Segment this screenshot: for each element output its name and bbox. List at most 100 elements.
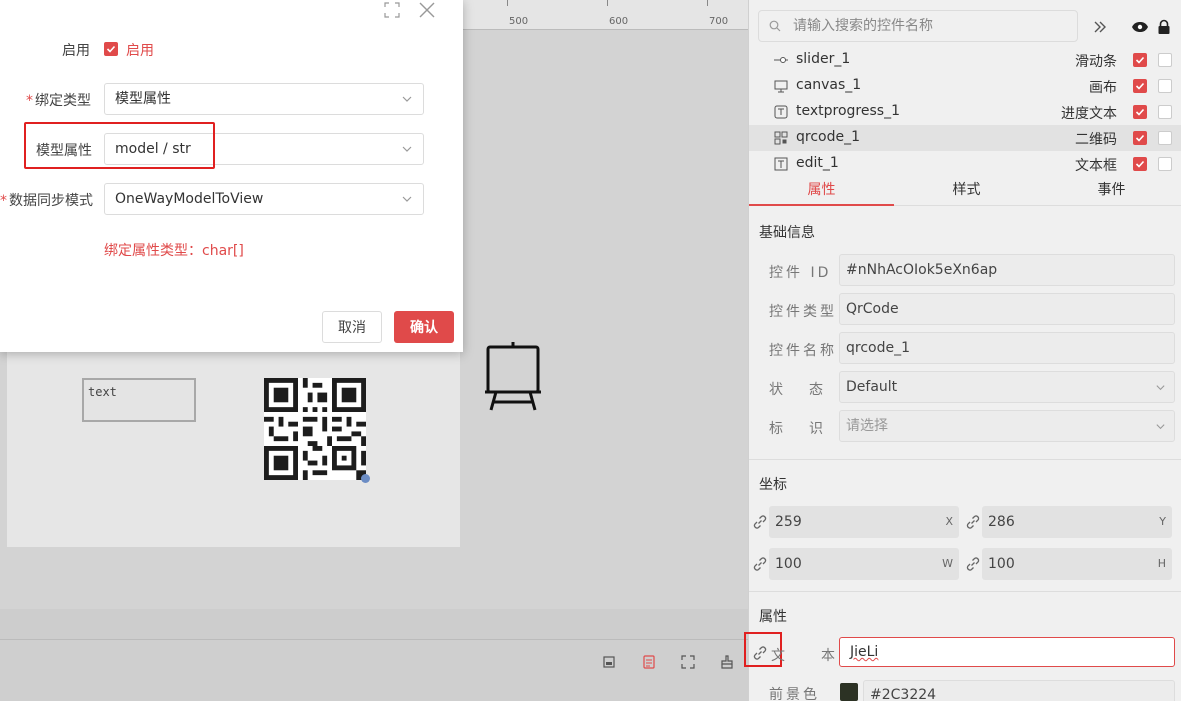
sync-mode-select[interactable]: OneWayModelToView [104,183,424,215]
type-field[interactable]: QrCode [839,293,1175,325]
qrcode-widget[interactable] [264,378,366,480]
color-swatch[interactable] [840,683,858,701]
binding-type-label: * 绑定类型 [26,90,91,110]
tab-styles[interactable]: 样式 [894,176,1039,206]
chevron-down-icon [402,196,412,202]
visible-checkbox[interactable] [1133,131,1147,145]
confirm-button[interactable]: 确认 [394,311,454,343]
state-value: Default [846,379,898,395]
widget-type: 二维码 [1075,132,1117,148]
double-chevron-right-icon[interactable] [1091,18,1109,36]
qrcode-image [264,378,366,480]
lock-icon[interactable] [1155,18,1173,36]
visible-checkbox[interactable] [1133,105,1147,119]
tab-properties[interactable]: 属性 [749,176,894,206]
cancel-button[interactable]: 取消 [322,311,382,343]
ruler-label-700: 700 [709,16,729,27]
chevron-down-icon [1156,424,1165,430]
link-icon[interactable] [965,556,981,572]
brush-icon[interactable] [718,653,736,671]
widget-row-textprogress[interactable]: textprogress_1 进度文本 [749,99,1181,125]
x-input[interactable]: 259 X [769,506,959,538]
text-value: JieLi [850,644,879,660]
w-input[interactable]: 100 W [769,548,959,580]
document-icon[interactable] [640,653,658,671]
maximize-icon[interactable] [382,0,402,20]
visible-checkbox[interactable] [1133,53,1147,67]
lock-checkbox[interactable] [1158,79,1172,93]
widget-type: 文本框 [1075,158,1117,174]
tag-label: 标识 [769,421,849,437]
y-input[interactable]: 286 Y [982,506,1172,538]
widget-type: 进度文本 [1061,106,1117,122]
horizontal-ruler: 500 600 700 [463,0,748,30]
h-value: 100 [988,556,1015,572]
eye-icon[interactable] [1131,18,1149,36]
w-value: 100 [775,556,802,572]
link-icon[interactable] [752,556,768,572]
props-title: 属性 [759,609,787,625]
save-image-icon[interactable] [600,653,618,671]
text-widget[interactable]: text [82,378,196,422]
w-axis-label: W [942,557,953,570]
id-field[interactable]: #nNhAcOIok5eXn6ap [839,254,1175,286]
enable-checkbox-label[interactable]: 启用 [126,40,154,60]
resize-handle[interactable] [361,474,370,483]
binding-type-value: 模型属性 [115,91,171,107]
binding-dialog: 启用 启用 * 绑定类型 模型属性 模型属性 model / str * 数据同步模… [0,0,463,352]
widget-row-edit[interactable]: edit_1 文本框 [749,151,1181,177]
enable-checkbox[interactable] [104,42,118,56]
tag-select[interactable]: 请选择 [839,410,1175,442]
ruler-tick [507,0,508,6]
binding-type-hint: 绑定属性类型：char[] [104,243,244,259]
slider-icon [774,53,788,67]
text-input[interactable]: JieLi [839,637,1175,667]
chevron-down-icon [1156,385,1165,391]
id-label: 控件 ID [769,265,832,281]
state-label: 状态 [769,382,849,398]
x-value: 259 [775,514,802,530]
lock-checkbox[interactable] [1158,131,1172,145]
h-input[interactable]: 100 H [982,548,1172,580]
widget-row-canvas[interactable]: canvas_1 画布 [749,73,1181,99]
y-axis-label: Y [1159,515,1166,528]
lock-checkbox[interactable] [1158,53,1172,67]
canvas-icon [774,79,788,93]
widget-row-slider[interactable]: slider_1 滑动条 [749,47,1181,73]
basic-info-title: 基础信息 [759,225,815,241]
link-icon[interactable] [752,514,768,530]
link-icon[interactable] [965,514,981,530]
qrcode-icon [774,131,788,145]
widget-type: 画布 [1089,80,1117,96]
fullscreen-icon[interactable] [679,653,697,671]
widget-search-input[interactable]: 请输入搜索的控件名称 [758,10,1078,42]
name-field[interactable]: qrcode_1 [839,332,1175,364]
ruler-label-500: 500 [509,16,529,27]
chevron-down-icon [402,146,412,152]
bottom-strip [0,609,748,639]
visible-checkbox[interactable] [1133,157,1147,171]
visible-checkbox[interactable] [1133,79,1147,93]
easel-icon [485,342,541,411]
state-select[interactable]: Default [839,371,1175,403]
h-axis-label: H [1157,557,1166,570]
ruler-label-600: 600 [609,16,629,27]
canvas-widget[interactable] [482,340,544,414]
tab-events[interactable]: 事件 [1039,176,1181,206]
lock-checkbox[interactable] [1158,105,1172,119]
widget-row-qrcode[interactable]: qrcode_1 二维码 [749,125,1181,151]
binding-type-select[interactable]: 模型属性 [104,83,424,115]
design-screen[interactable] [7,340,460,547]
text-widget-content: text [88,385,117,399]
edit-icon [774,157,788,171]
sync-mode-label: * 数据同步模式 [0,190,93,210]
fg-color-input[interactable]: #2C3224 [863,680,1175,701]
widget-name: slider_1 [796,51,851,67]
fg-label: 前景色 [769,687,820,701]
name-label: 控件名称 [769,343,837,359]
type-label: 控件类型 [769,304,837,320]
lock-checkbox[interactable] [1158,157,1172,171]
coords-title: 坐标 [759,477,787,493]
close-icon[interactable] [417,0,437,20]
required-mark: * [26,93,33,109]
